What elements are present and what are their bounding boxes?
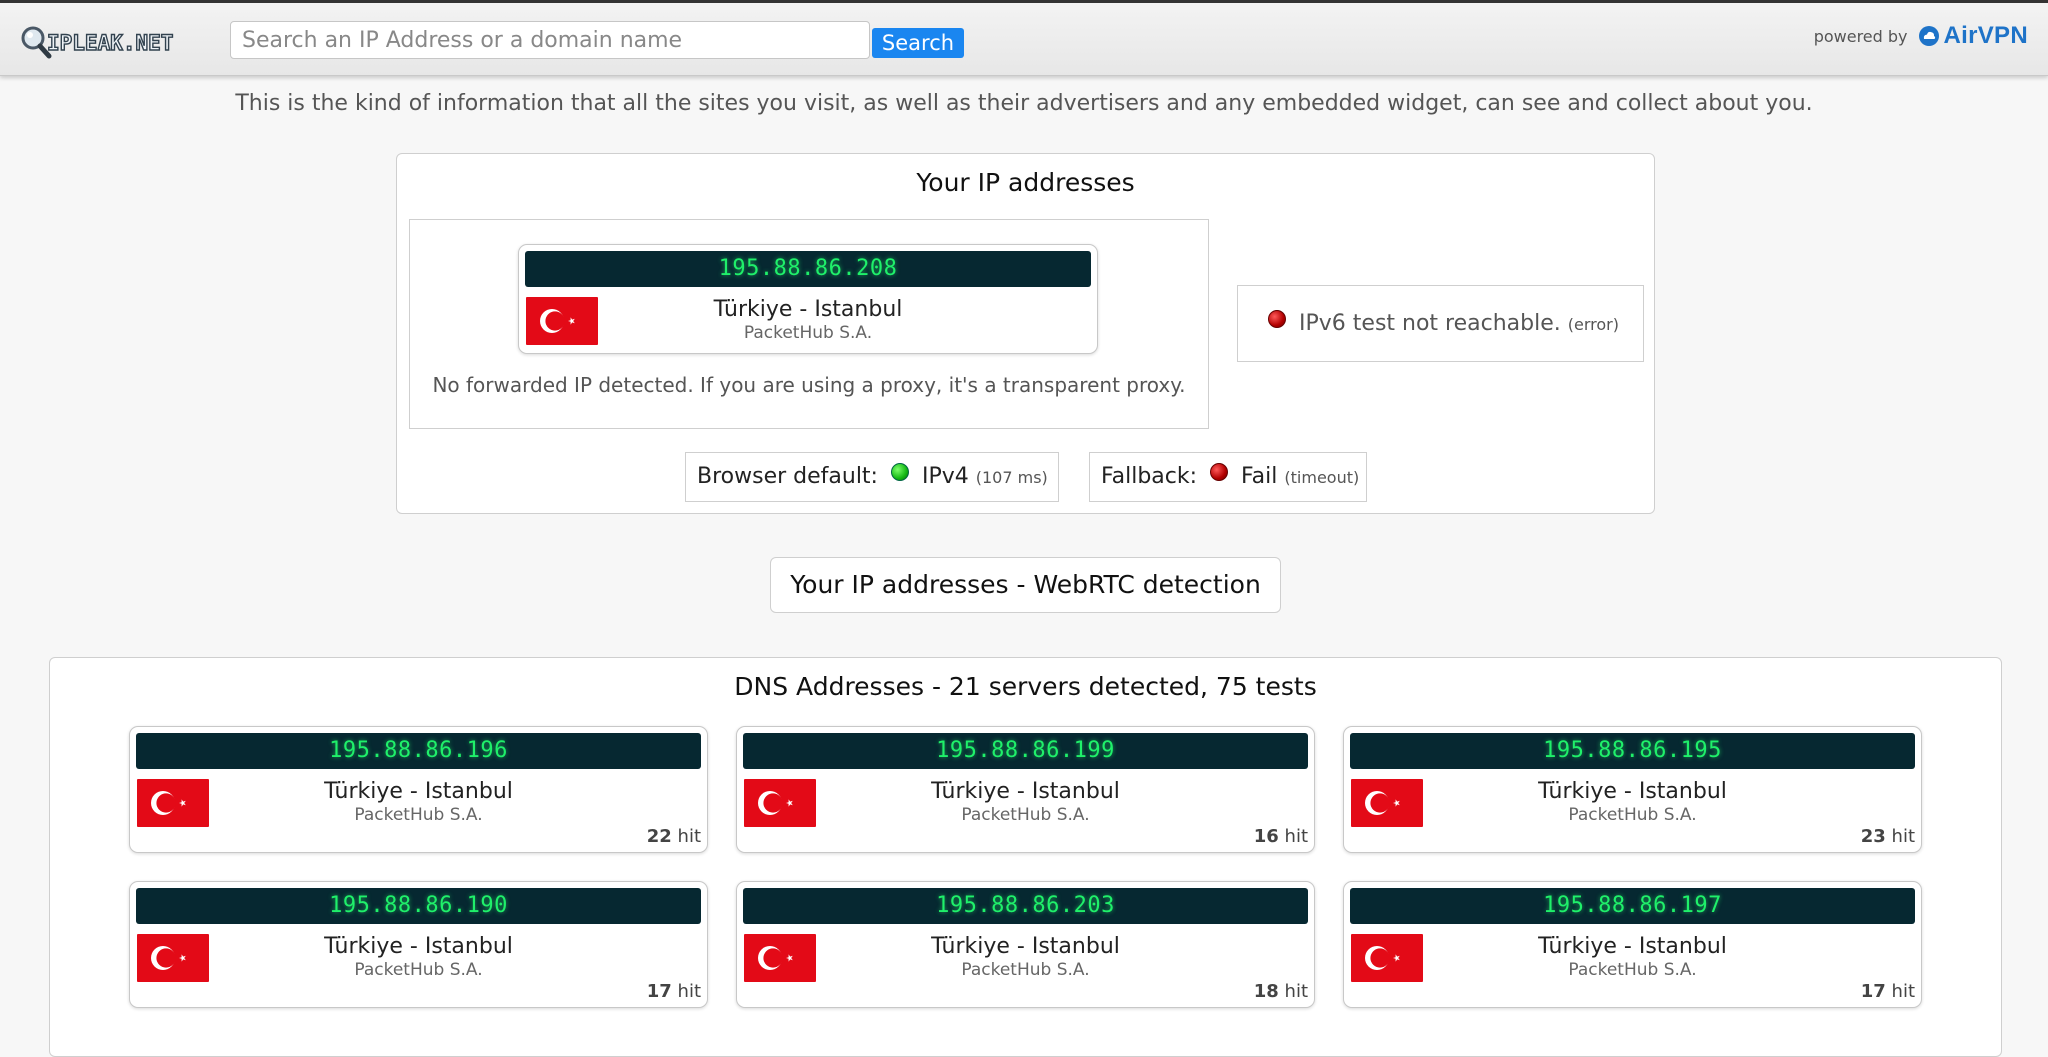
ipv6-status-box: IPv6 test not reachable. (error) [1237,285,1644,362]
ip-isp: PacketHub S.A. [961,805,1090,825]
browser-default-detail: (107 ms) [975,468,1048,487]
ip-address[interactable]: 195.88.86.208 [525,251,1091,287]
ipv4-card: 195.88.86.208 Türkiye - Istanbul PacketH… [518,244,1098,354]
dns-addresses-section: DNS Addresses - 21 servers detected, 75 … [49,657,2002,1057]
ipv4-box: 195.88.86.208 Türkiye - Istanbul PacketH… [409,219,1209,429]
ip-isp: PacketHub S.A. [743,323,873,343]
search-input[interactable] [230,21,870,59]
fallback-value: Fail [1241,464,1278,489]
ip-address[interactable]: 195.88.86.195 [1350,733,1915,769]
fallback-label: Fallback: [1101,464,1198,489]
powered-by[interactable]: powered by AirVPN [1814,21,2028,51]
hit-count: 18 hit [1253,981,1308,1002]
dns-server-card: 195.88.86.190 Türkiye - Istanbul PacketH… [129,881,708,1008]
dns-server-card: 195.88.86.199 Türkiye - Istanbul PacketH… [736,726,1315,853]
ip-location: Türkiye - Istanbul [931,779,1120,804]
ipv6-detail: (error) [1567,315,1619,334]
hit-count: 22 hit [646,826,701,847]
ip-address[interactable]: 195.88.86.197 [1350,888,1915,924]
ip-location: Türkiye - Istanbul [713,297,903,322]
dns-server-card: 195.88.86.197 Türkiye - Istanbul PacketH… [1343,881,1922,1008]
dns-section-title: DNS Addresses - 21 servers detected, 75 … [734,672,1317,701]
hit-count: 16 hit [1253,826,1308,847]
browser-default-box: Browser default: IPv4 (107 ms) [685,452,1059,502]
top-bar: IPLEAK.NET Search powered by AirVPN [0,0,2048,76]
search-button[interactable]: Search [872,28,964,58]
dns-server-card: 195.88.86.203 Türkiye - Istanbul PacketH… [736,881,1315,1008]
ip-location: Türkiye - Istanbul [324,779,513,804]
dns-server-card: 195.88.86.196 Türkiye - Istanbul PacketH… [129,726,708,853]
ok-status-icon [890,463,909,481]
hit-count: 17 hit [1860,981,1915,1002]
ip-isp: PacketHub S.A. [354,960,483,980]
intro-text: This is the kind of information that all… [235,91,1813,116]
ip-addresses-section: Your IP addresses 195.88.86.208 Türkiye … [396,153,1655,514]
ip-isp: PacketHub S.A. [961,960,1090,980]
ip-isp: PacketHub S.A. [1568,805,1697,825]
ip-location: Türkiye - Istanbul [1538,779,1727,804]
browser-default-value: IPv4 [921,464,969,489]
ip-location: Türkiye - Istanbul [931,934,1120,959]
powered-by-label: powered by [1813,26,1908,46]
browser-default-label: Browser default: [697,464,878,489]
iplleak-logo[interactable]: IPLEAK.NET [18,21,203,63]
hit-count: 17 hit [646,981,701,1002]
webrtc-detection-button[interactable]: Your IP addresses - WebRTC detection [770,557,1281,613]
ipv6-message: IPv6 test not reachable. [1299,311,1561,336]
ip-address[interactable]: 195.88.86.203 [743,888,1308,924]
error-status-icon [1268,310,1287,328]
error-status-icon [1210,463,1229,481]
magnifier-icon [21,26,52,59]
fallback-box: Fallback: Fail (timeout) [1089,452,1367,502]
ip-isp: PacketHub S.A. [354,805,483,825]
ip-location: Türkiye - Istanbul [324,934,513,959]
forwarded-ip-note: No forwarded IP detected. If you are usi… [432,373,1186,397]
ip-isp: PacketHub S.A. [1568,960,1697,980]
ip-location: Türkiye - Istanbul [1538,934,1727,959]
airvpn-link[interactable]: AirVPN [1944,22,2029,50]
hit-count: 23 hit [1860,826,1915,847]
airvpn-cloud-icon [1918,26,1939,46]
fallback-detail: (timeout) [1284,468,1360,487]
ip-address[interactable]: 195.88.86.196 [136,733,701,769]
logo-text: IPLEAK.NET [47,31,173,55]
ip-section-title: Your IP addresses [916,168,1135,197]
dns-server-card: 195.88.86.195 Türkiye - Istanbul PacketH… [1343,726,1922,853]
ip-address[interactable]: 195.88.86.199 [743,733,1308,769]
ip-address[interactable]: 195.88.86.190 [136,888,701,924]
